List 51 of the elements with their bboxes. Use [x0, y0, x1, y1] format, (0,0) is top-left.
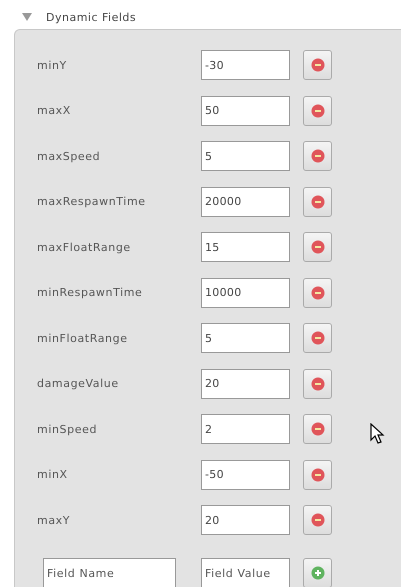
value-field[interactable]: 5 [201, 323, 290, 353]
remove-button[interactable] [303, 96, 332, 126]
value-field[interactable]: 10000 [201, 278, 290, 308]
minus-icon [310, 194, 324, 208]
field-label: maxSpeed [37, 150, 102, 162]
remove-button[interactable] [303, 460, 332, 490]
remove-button[interactable] [303, 323, 332, 353]
field-label: damageValue [37, 377, 120, 390]
remove-button[interactable] [303, 278, 332, 308]
value-field[interactable]: 2 [201, 414, 290, 444]
value-field[interactable]: -30 [201, 50, 290, 80]
minus-icon [310, 331, 324, 345]
remove-button[interactable] [303, 368, 332, 398]
plus-icon [310, 566, 324, 580]
remove-button[interactable] [303, 50, 332, 80]
cursor-icon [370, 423, 386, 445]
minus-icon [310, 286, 324, 300]
field-label: maxX [37, 104, 72, 117]
minus-icon [310, 240, 324, 254]
minus-icon [310, 149, 324, 163]
remove-button[interactable] [303, 505, 332, 535]
field-name-input[interactable]: Field Name [43, 558, 176, 587]
value-field[interactable]: 5 [201, 141, 290, 171]
field-label: minY [37, 58, 68, 72]
section-title: Dynamic Fields [46, 10, 136, 24]
minus-icon [310, 422, 324, 436]
field-value-input[interactable]: Field Value [201, 558, 290, 587]
remove-button[interactable] [303, 414, 332, 444]
remove-button[interactable] [303, 232, 332, 262]
value-field[interactable]: 15 [201, 232, 290, 262]
collapse-arrow-icon[interactable] [22, 13, 32, 21]
minus-icon [310, 58, 324, 72]
field-label: minSpeed [37, 422, 98, 436]
value-field[interactable]: 20000 [201, 186, 290, 216]
remove-button[interactable] [303, 186, 332, 216]
field-label: maxY [37, 514, 72, 526]
value-field[interactable]: 50 [201, 96, 290, 126]
minus-icon [310, 513, 324, 527]
field-label: maxFloatRange [37, 240, 132, 254]
field-label: minX [37, 468, 69, 481]
field-label: minRespawnTime [37, 286, 144, 299]
minus-icon [310, 104, 324, 118]
add-button[interactable] [303, 558, 332, 587]
value-field[interactable]: -50 [201, 460, 290, 490]
value-field[interactable]: 20 [201, 368, 290, 398]
remove-button[interactable] [303, 141, 332, 171]
value-field[interactable]: 20 [201, 505, 290, 535]
minus-icon [310, 468, 324, 482]
minus-icon [310, 376, 324, 390]
field-label: minFloatRange [37, 332, 129, 344]
field-label: maxRespawnTime [37, 195, 147, 208]
